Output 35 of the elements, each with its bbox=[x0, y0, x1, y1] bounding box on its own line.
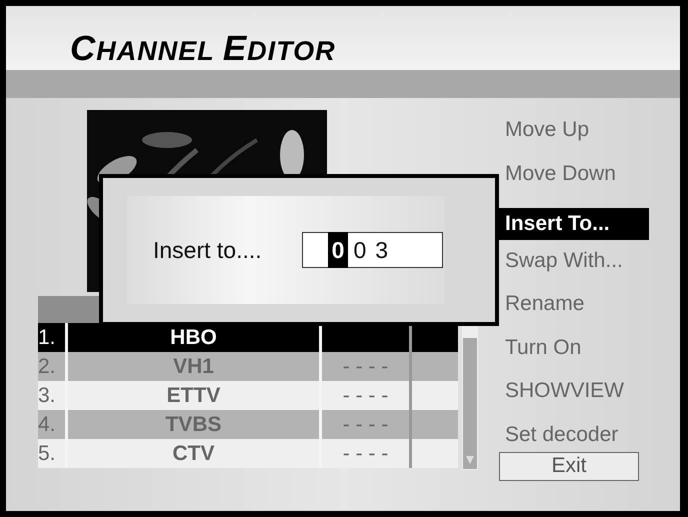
menu-item[interactable]: Set decoder bbox=[499, 420, 649, 452]
channel-number: 4. bbox=[38, 412, 56, 436]
exit-button[interactable]: Exit bbox=[499, 452, 639, 480]
channel-name: TVBS bbox=[165, 412, 222, 436]
channel-value: - - - - bbox=[342, 384, 388, 408]
channel-row[interactable]: 2. VH1 - - - - bbox=[38, 352, 458, 381]
scrollbar[interactable] bbox=[462, 323, 478, 470]
channel-name: HBO bbox=[170, 326, 217, 350]
channel-value: - - - - bbox=[342, 354, 388, 378]
channel-number: 3. bbox=[38, 384, 56, 408]
channel-row[interactable]: 4. TVBS - - - - bbox=[38, 410, 458, 439]
channel-value: - - - - bbox=[342, 412, 388, 436]
screen-title: CHANNEL EDITOR bbox=[70, 29, 336, 69]
channel-name: CTV bbox=[172, 442, 214, 466]
menu-item[interactable]: Turn On bbox=[499, 332, 649, 376]
dialog-label: Insert to.... bbox=[153, 236, 262, 264]
channel-row[interactable]: 1. HBO bbox=[38, 323, 458, 352]
menu-item[interactable]: Move Up bbox=[499, 115, 649, 158]
channel-row[interactable]: 3. ETTV - - - - bbox=[38, 381, 458, 410]
channel-number: 2. bbox=[38, 354, 56, 378]
menu-item[interactable]: Rename bbox=[499, 289, 649, 332]
number-field[interactable]: 0 0 3 bbox=[302, 232, 443, 268]
digit: 3 bbox=[374, 236, 390, 265]
channel-number: 1. bbox=[38, 326, 56, 350]
menu-item[interactable]: Swap With... bbox=[499, 246, 649, 289]
menu-item[interactable]: Move Down bbox=[499, 158, 649, 202]
channel-row[interactable]: 5. CTV - - - - bbox=[38, 439, 458, 468]
channel-name: ETTV bbox=[166, 384, 220, 408]
digit-cursor: 0 bbox=[328, 232, 348, 268]
menu-item[interactable]: Insert To... bbox=[499, 208, 649, 240]
channel-name: VH1 bbox=[173, 354, 214, 378]
channel-value: - - - - bbox=[342, 442, 388, 466]
digit: 0 bbox=[352, 236, 368, 265]
menu-item[interactable]: SHOWVIEW bbox=[499, 376, 649, 420]
channel-number: 5. bbox=[38, 442, 56, 466]
